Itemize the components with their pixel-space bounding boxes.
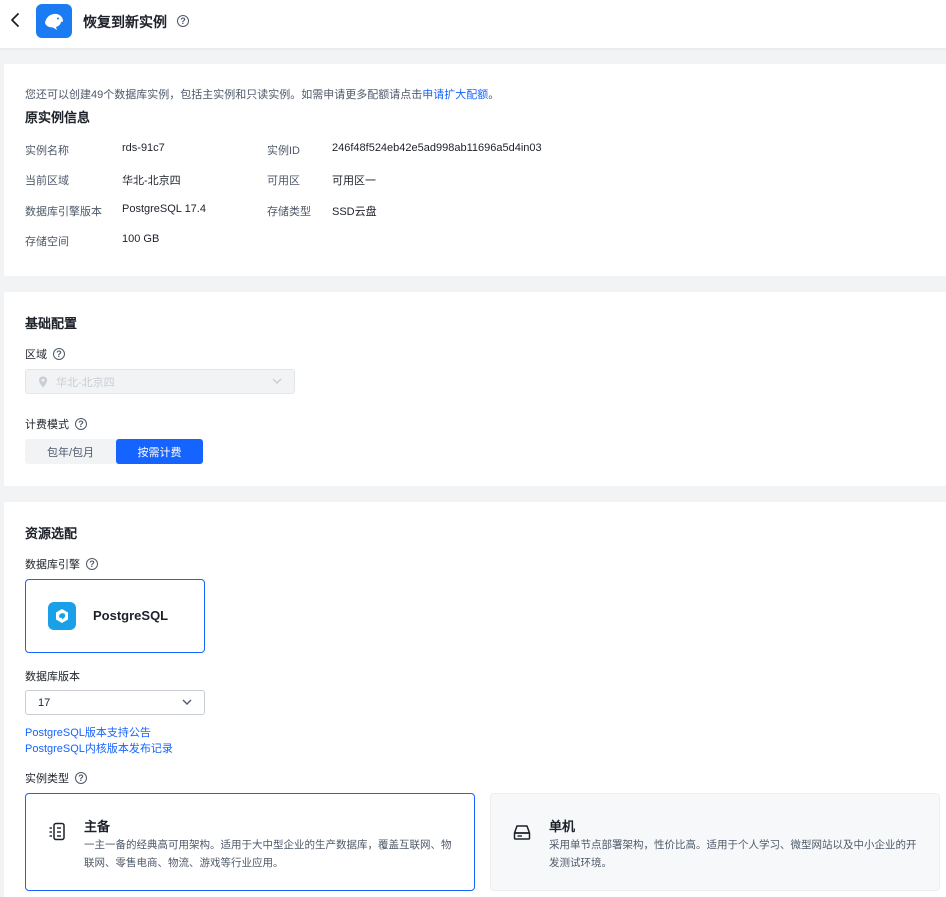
field-label: 可用区 <box>267 175 300 187</box>
field-label: 数据库引擎版本 <box>25 206 102 218</box>
field-value: 100 GB <box>122 233 160 245</box>
engine-label: 数据库引擎 ? <box>25 556 98 572</box>
region-value: 华北-北京四 <box>56 376 115 389</box>
help-icon[interactable]: ? <box>177 15 189 27</box>
instance-type-desc: 一主一备的经典高可用架构。适用于大中型企业的生产数据库，覆盖互联网、物联网、零售… <box>84 839 452 869</box>
help-icon[interactable]: ? <box>75 772 87 784</box>
field-label: 存储空间 <box>25 236 69 248</box>
field-value: PostgreSQL 17.4 <box>122 203 206 215</box>
product-logo-icon <box>36 4 72 38</box>
engine-option-postgresql[interactable]: PostgreSQL <box>25 579 205 653</box>
engine-label-text: 数据库引擎 <box>25 559 80 571</box>
field-label: 存储类型 <box>267 206 311 218</box>
field-value: 可用区一 <box>332 175 376 187</box>
resource-config-card: 资源选配 数据库引擎 ? PostgreSQL 数据库版本 17 Postgre… <box>4 502 946 897</box>
field-value: rds-91c7 <box>122 142 165 154</box>
field-label: 实例ID <box>267 145 300 157</box>
version-select[interactable]: 17 <box>25 690 205 715</box>
billing-mode-toggle: 包年/包月 按需计费 <box>25 439 203 464</box>
quota-notice: 您还可以创建49个数据库实例，包括主实例和只读实例。如需申请更多配额请点击申请扩… <box>25 86 499 102</box>
primary-standby-icon <box>49 822 65 841</box>
engine-name: PostgreSQL <box>93 608 169 623</box>
billing-option-pay-as-you-go[interactable]: 按需计费 <box>116 439 203 464</box>
field-value: 华北-北京四 <box>122 175 181 187</box>
instance-type-label: 实例类型 ? <box>25 770 87 786</box>
billing-label-text: 计费模式 <box>25 419 69 431</box>
region-label-text: 区域 <box>25 349 47 361</box>
chevron-down-icon <box>272 378 282 384</box>
field-label: 实例名称 <box>25 145 69 157</box>
kernel-release-link[interactable]: PostgreSQL内核版本发布记录 <box>25 740 173 756</box>
postgresql-logo-icon <box>48 602 76 630</box>
basic-config-card: 基础配置 区域 ? 华北-北京四 计费模式 ? 包年/包月 按需计费 <box>4 292 946 486</box>
version-value: 17 <box>38 696 51 709</box>
version-label: 数据库版本 <box>25 671 80 683</box>
page-header: 恢复到新实例 ? <box>0 0 946 48</box>
help-icon[interactable]: ? <box>86 558 98 570</box>
quota-text: 您还可以创建49个数据库实例，包括主实例和只读实例。如需申请更多配额请点击 <box>25 89 423 101</box>
instance-type-desc: 采用单节点部署架构，性价比高。适用于个人学习、微型网站以及中小企业的开发测试环境… <box>549 839 917 869</box>
billing-label: 计费模式 ? <box>25 416 87 432</box>
instance-type-primary-standby[interactable]: 主备 一主一备的经典高可用架构。适用于大中型企业的生产数据库，覆盖互联网、物联网… <box>25 793 475 891</box>
instance-type-name: 单机 <box>549 819 576 834</box>
billing-option-subscription[interactable]: 包年/包月 <box>25 439 116 464</box>
region-select[interactable]: 华北-北京四 <box>25 369 295 394</box>
quota-suffix: 。 <box>488 89 500 101</box>
help-icon[interactable]: ? <box>75 418 87 430</box>
region-label: 区域 ? <box>25 346 65 362</box>
apply-quota-link[interactable]: 申请扩大配额 <box>422 89 488 101</box>
version-support-link[interactable]: PostgreSQL版本支持公告 <box>25 724 151 740</box>
original-instance-card: 您还可以创建49个数据库实例，包括主实例和只读实例。如需申请更多配额请点击申请扩… <box>4 64 946 276</box>
section-title-resource: 资源选配 <box>25 526 78 541</box>
help-icon[interactable]: ? <box>53 348 65 360</box>
field-value: SSD云盘 <box>332 206 377 218</box>
back-arrow-icon[interactable] <box>8 11 24 29</box>
instance-type-name: 主备 <box>84 819 111 834</box>
instance-type-label-text: 实例类型 <box>25 773 69 785</box>
instance-type-standalone[interactable]: 单机 采用单节点部署架构，性价比高。适用于个人学习、微型网站以及中小企业的开发测… <box>490 793 940 891</box>
page-title: 恢复到新实例 <box>83 14 167 30</box>
field-value: 246f48f524eb42e5ad998ab11696a5d4in03 <box>332 142 542 154</box>
section-title-basic: 基础配置 <box>25 316 78 331</box>
location-pin-icon <box>39 376 47 387</box>
field-label: 当前区域 <box>25 175 69 187</box>
standalone-server-icon <box>513 825 531 840</box>
section-title-original: 原实例信息 <box>25 110 91 125</box>
chevron-down-icon <box>182 699 192 705</box>
